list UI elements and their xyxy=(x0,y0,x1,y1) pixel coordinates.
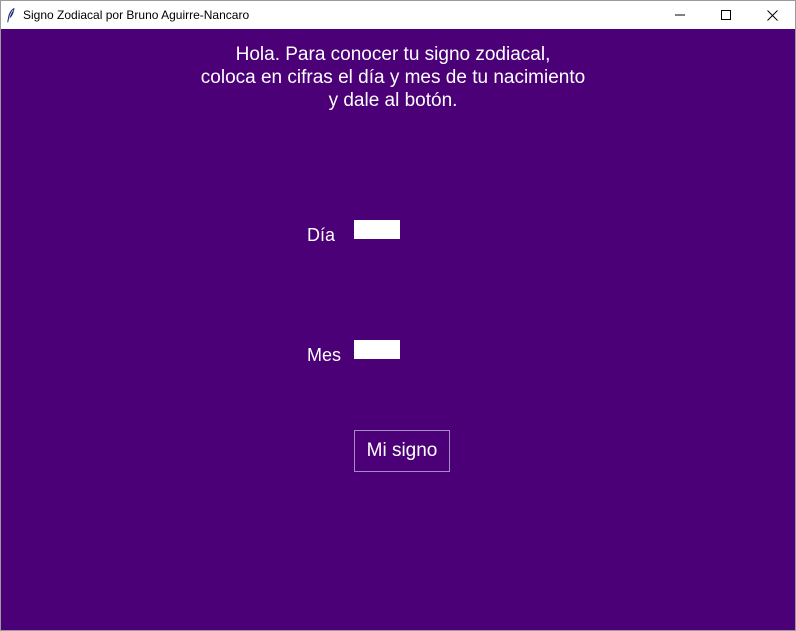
instructions-line: coloca en cifras el día y mes de tu naci… xyxy=(200,67,586,88)
month-input[interactable] xyxy=(354,340,400,359)
close-icon xyxy=(766,9,778,21)
title-bar[interactable]: Signo Zodiacal por Bruno Aguirre-Nancaro xyxy=(1,1,795,29)
app-window: Signo Zodiacal por Bruno Aguirre-Nancaro… xyxy=(0,0,796,631)
instructions-line: y dale al botón. xyxy=(328,90,458,111)
main-content: Hola. Para conocer tu signo zodiacal, co… xyxy=(1,29,795,630)
instructions-text: Hola. Para conocer tu signo zodiacal, co… xyxy=(1,43,785,112)
maximize-icon xyxy=(721,10,731,20)
my-sign-button[interactable]: Mi signo xyxy=(354,430,450,472)
feather-icon xyxy=(6,7,16,23)
day-input[interactable] xyxy=(354,220,400,239)
window-title: Signo Zodiacal por Bruno Aguirre-Nancaro xyxy=(23,8,250,22)
day-label: Día xyxy=(307,225,336,245)
instructions-line: Hola. Para conocer tu signo zodiacal, xyxy=(235,44,551,65)
close-button[interactable] xyxy=(749,1,795,29)
month-label: Mes xyxy=(307,345,342,365)
minimize-icon xyxy=(675,10,685,20)
minimize-button[interactable] xyxy=(657,1,703,29)
maximize-button[interactable] xyxy=(703,1,749,29)
